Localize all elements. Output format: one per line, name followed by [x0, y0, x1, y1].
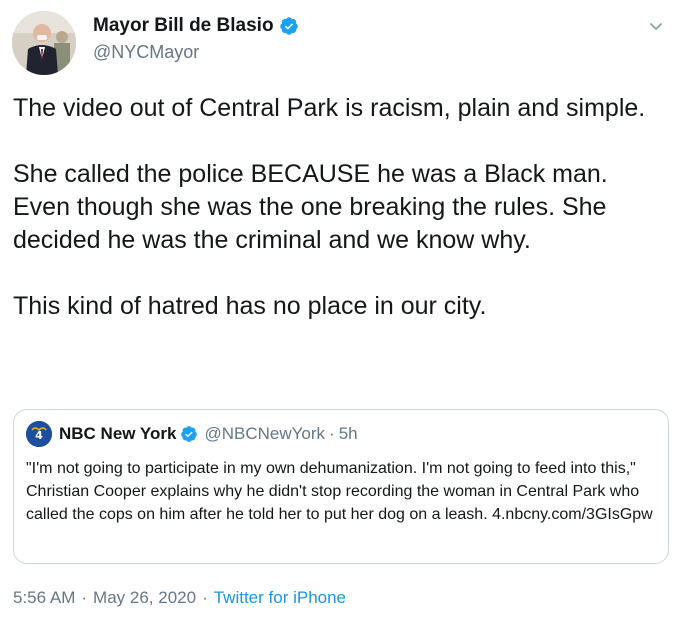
quoted-tweet-header: 4 NBC New York @NBCNewYork · 5h — [26, 421, 656, 447]
separator-dot: · — [202, 588, 208, 607]
nbc-logo-icon: 4 — [26, 421, 52, 447]
tweet-source-link[interactable]: Twitter for iPhone — [214, 587, 346, 609]
verified-badge-icon — [180, 425, 198, 443]
author-display-name[interactable]: Mayor Bill de Blasio — [93, 14, 274, 38]
more-options-button[interactable] — [646, 16, 666, 36]
verified-badge-icon — [279, 16, 299, 36]
quoted-timestamp[interactable]: 5h — [339, 424, 358, 444]
profile-photo-icon — [12, 11, 76, 75]
tweet-paragraph: The video out of Central Park is racism,… — [13, 94, 646, 122]
tweet-card: Mayor Bill de Blasio @NYCMayor The video… — [0, 0, 680, 617]
quoted-author-handle[interactable]: @NBCNewYork — [204, 424, 325, 444]
separator-dot: · — [329, 424, 335, 443]
quoted-author-name[interactable]: NBC New York — [59, 424, 176, 444]
quoted-tweet-text: "I'm not going to participate in my own … — [26, 460, 653, 523]
quoted-tweet[interactable]: 4 NBC New York @NBCNewYork · 5h "I'm not… — [13, 409, 669, 564]
author-handle[interactable]: @NYCMayor — [93, 41, 199, 63]
chevron-down-icon — [650, 23, 662, 30]
tweet-time[interactable]: 5:56 AM — [13, 587, 75, 609]
avatar[interactable] — [12, 11, 76, 75]
author-name-row[interactable]: Mayor Bill de Blasio — [93, 14, 299, 38]
tweet-date[interactable]: May 26, 2020 — [93, 587, 196, 609]
tweet-meta: 5:56 AM · May 26, 2020 · Twitter for iPh… — [13, 587, 346, 609]
nbc-logo-text: 4 — [35, 429, 43, 442]
separator-dot: · — [81, 588, 88, 607]
tweet-paragraph: This kind of hatred has no place in our … — [13, 292, 487, 320]
tweet-text: The video out of Central Park is racism,… — [13, 92, 668, 323]
tweet-paragraph: She called the police BECAUSE he was a B… — [13, 160, 608, 254]
